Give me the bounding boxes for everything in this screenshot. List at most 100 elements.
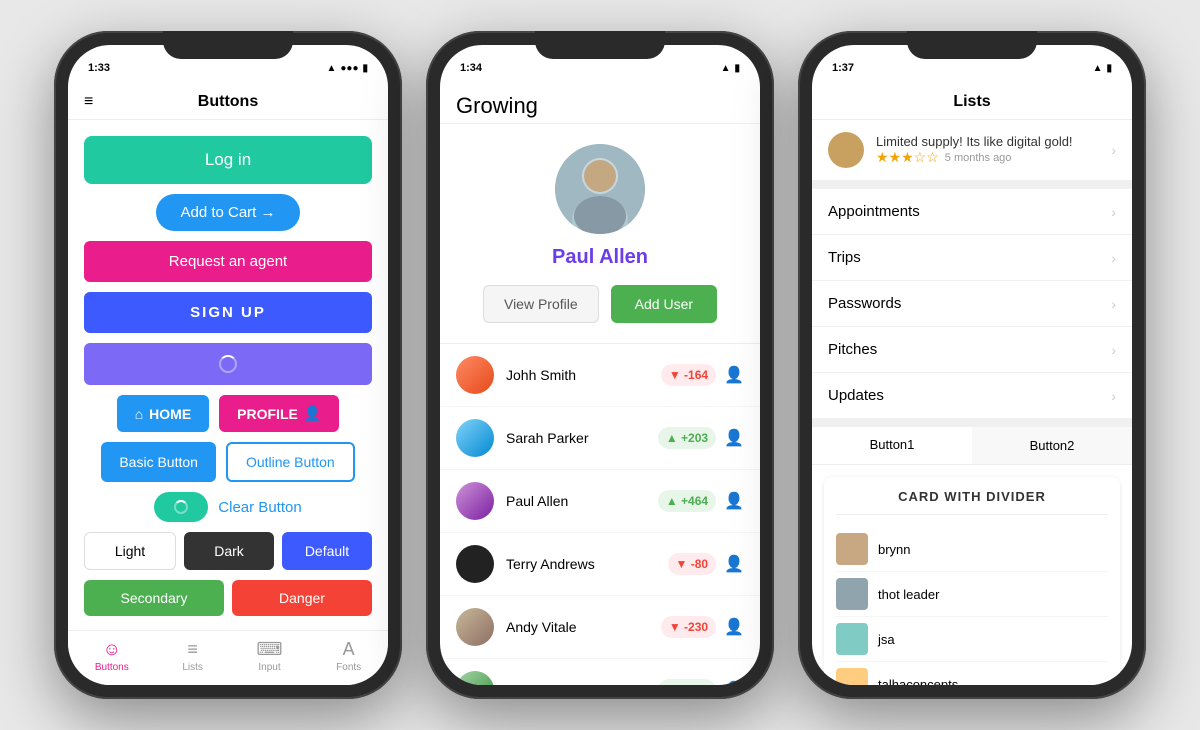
nav-buttons-icon: ☺ <box>103 639 121 660</box>
user-action-icon[interactable]: 👤 <box>724 428 744 448</box>
signup-button[interactable]: SIGN UP <box>84 292 372 333</box>
status-time-1: 1:33 <box>88 62 110 74</box>
wifi-icon: ▲ <box>326 63 336 74</box>
toggle-button[interactable] <box>154 492 208 522</box>
card-user-name: brynn <box>878 542 911 557</box>
user-action-icon[interactable]: 👤 <box>724 491 744 511</box>
nav-lists-label: Lists <box>182 662 203 673</box>
status-time-3: 1:37 <box>832 62 854 74</box>
growing-app-name: Growing <box>440 85 760 124</box>
score-badge: ▲ +203 <box>658 427 716 449</box>
basic-button[interactable]: Basic Button <box>101 442 216 482</box>
secondary-button[interactable]: Secondary <box>84 580 224 616</box>
default-button[interactable]: Default <box>282 532 372 570</box>
review-content: Limited supply! Its like digital gold! ★… <box>876 134 1111 166</box>
danger-button[interactable]: Danger <box>232 580 372 616</box>
list-item-trips[interactable]: Trips › <box>812 235 1132 281</box>
user-action-icon[interactable]: 👤 <box>724 365 744 385</box>
profile-label: PROFILE <box>237 406 298 422</box>
request-agent-button[interactable]: Request an agent <box>84 241 372 282</box>
avatar <box>456 545 494 583</box>
phone-notch <box>163 31 293 59</box>
nav-lists[interactable]: ≡ Lists <box>182 639 203 673</box>
loading-button[interactable] <box>84 343 372 385</box>
user-action-icon[interactable]: 👤 <box>724 680 744 685</box>
nav-buttons-label: Buttons <box>95 662 129 673</box>
review-stars: ★★★☆☆ <box>876 149 939 166</box>
signal-icon: ●●● <box>340 63 358 74</box>
updates-chevron: › <box>1111 388 1116 404</box>
profile-buttons: View Profile Add User <box>483 285 717 323</box>
profile-icon: 👤 <box>304 405 321 422</box>
status-icons-3: ▲ ▮ <box>1093 63 1112 74</box>
light-button[interactable]: Light <box>84 532 176 570</box>
avatar <box>456 356 494 394</box>
user-action-icon[interactable]: 👤 <box>724 554 744 574</box>
home-button[interactable]: ⌂ HOME <box>117 395 209 432</box>
profile-button[interactable]: PROFILE 👤 <box>219 395 339 432</box>
card-user-avatar <box>836 623 868 655</box>
list-item-appointments[interactable]: Appointments › <box>812 189 1132 235</box>
list-item-passwords[interactable]: Passwords › <box>812 281 1132 327</box>
nav-fonts-icon: A <box>343 639 355 660</box>
avatar <box>456 419 494 457</box>
trips-label: Trips <box>828 249 861 266</box>
card-user-name: talhaconcepts <box>878 677 958 686</box>
view-profile-button[interactable]: View Profile <box>483 285 599 323</box>
login-button[interactable]: Log in <box>84 136 372 184</box>
nav-buttons[interactable]: ☺ Buttons <box>95 639 129 673</box>
appointments-chevron: › <box>1111 204 1116 220</box>
user-name: Paul Allen <box>506 493 658 509</box>
nav-fonts-label: Fonts <box>336 662 361 673</box>
table-row: Katy Friedson ▲ +160 👤 <box>440 659 760 685</box>
toggle-clear-row: Clear Button <box>84 492 372 522</box>
secondary-danger-row: Secondary Danger <box>84 580 372 616</box>
card-user-item: brynn <box>836 527 1108 572</box>
passwords-chevron: › <box>1111 296 1116 312</box>
home-icon: ⌂ <box>135 406 143 422</box>
nav-input-icon: ⌨ <box>257 639 283 660</box>
phone-lists: 1:37 ▲ ▮ Lists Limited supply! Its like … <box>798 31 1146 699</box>
passwords-label: Passwords <box>828 295 901 312</box>
avatar <box>456 608 494 646</box>
user-name: Sarah Parker <box>506 430 658 446</box>
tab-button1[interactable]: Button1 <box>812 427 972 464</box>
tab-button2[interactable]: Button2 <box>972 427 1132 464</box>
menu-icon[interactable]: ≡ <box>84 93 93 111</box>
theme-row: Light Dark Default <box>84 532 372 570</box>
table-row: Johh Smith ▼ -164 👤 <box>440 344 760 407</box>
growing-title: Growing <box>456 93 538 118</box>
card-user-avatar <box>836 578 868 610</box>
add-cart-button[interactable]: Add to Cart → <box>156 194 299 231</box>
phone-buttons: 1:33 ▲ ●●● ▮ ≡ Buttons Log in Add to Car… <box>54 31 402 699</box>
user-name: Katy Friedson <box>506 682 658 685</box>
profile-avatar <box>555 144 645 234</box>
nav-fonts[interactable]: A Fonts <box>336 639 361 673</box>
bottom-nav-1: ☺ Buttons ≡ Lists ⌨ Input A Fonts <box>68 630 388 685</box>
phone-notch-3 <box>907 31 1037 59</box>
review-item[interactable]: Limited supply! Its like digital gold! ★… <box>812 120 1132 181</box>
clear-button[interactable]: Clear Button <box>218 499 301 516</box>
nav-input[interactable]: ⌨ Input <box>257 639 283 673</box>
score-badge: ▼ -80 <box>668 553 717 575</box>
status-time-2: 1:34 <box>460 62 482 74</box>
updates-label: Updates <box>828 387 884 404</box>
user-name: Andy Vitale <box>506 619 661 635</box>
list-item-pitches[interactable]: Pitches › <box>812 327 1132 373</box>
outline-button[interactable]: Outline Button <box>226 442 355 482</box>
home-label: HOME <box>149 406 191 422</box>
user-name: Johh Smith <box>506 367 661 383</box>
basic-outline-row: Basic Button Outline Button <box>84 442 372 482</box>
user-action-icon[interactable]: 👤 <box>724 617 744 637</box>
table-row: Andy Vitale ▼ -230 👤 <box>440 596 760 659</box>
review-avatar <box>828 132 864 168</box>
phone-growing: 1:34 ▲ ▮ Growing <box>426 31 774 699</box>
page-title-1: Buttons <box>198 93 258 111</box>
avatar-svg <box>555 144 645 234</box>
user-name: Terry Andrews <box>506 556 668 572</box>
dark-button[interactable]: Dark <box>184 532 274 570</box>
score-badge: ▼ -164 <box>661 364 716 386</box>
card-user-item: jsa <box>836 617 1108 662</box>
add-user-button[interactable]: Add User <box>611 285 717 323</box>
list-item-updates[interactable]: Updates › <box>812 373 1132 419</box>
